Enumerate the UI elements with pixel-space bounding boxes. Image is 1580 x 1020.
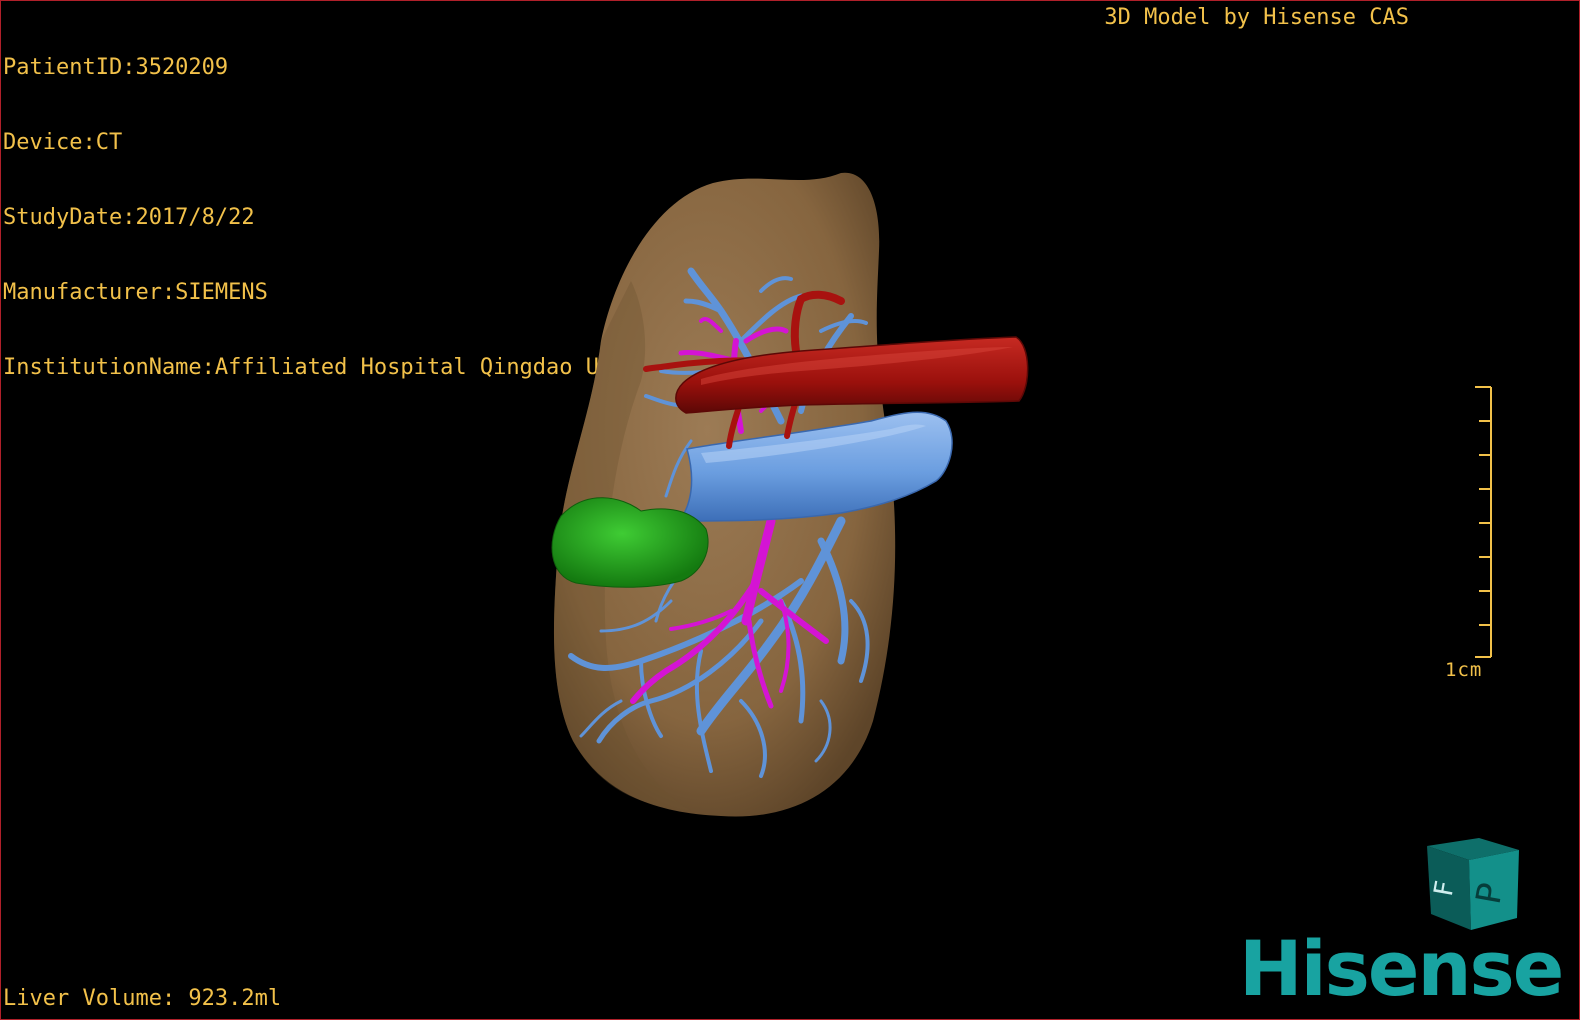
scale-bar-label: 1cm [1445, 659, 1483, 681]
liver-volume-text: Liver Volume: 923.2ml [3, 986, 282, 1011]
liver-3d-model[interactable] [1, 1, 1579, 1019]
orientation-cube-icon[interactable]: F P [1419, 836, 1529, 936]
scale-bar [1475, 386, 1492, 658]
3d-viewport[interactable]: PatientID:3520209 Device:CT StudyDate:20… [0, 0, 1580, 1020]
hisense-logo: Hisense [1239, 924, 1564, 1013]
